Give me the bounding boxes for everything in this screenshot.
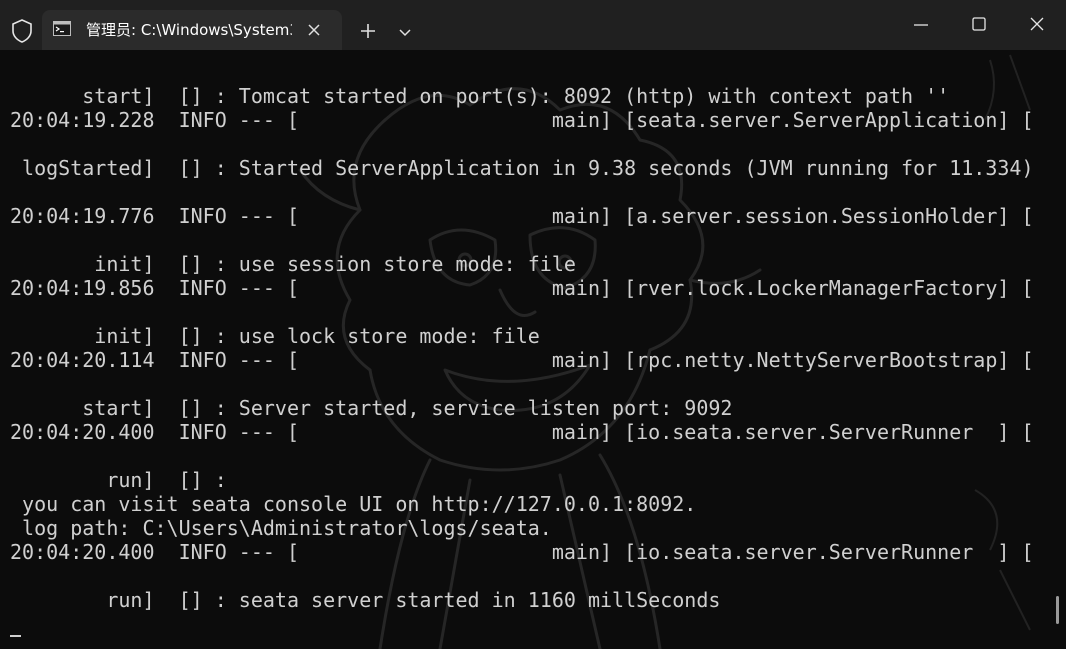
terminal-area[interactable]: start] [] : Tomcat started on port(s): 8… (0, 50, 1066, 649)
shield-icon (8, 17, 36, 45)
terminal-line: run] [] : seata server started in 1160 m… (10, 588, 721, 612)
minimize-icon (914, 24, 928, 26)
tab-cmd[interactable]: 管理员: C:\Windows\System32\cmd.exe (42, 10, 342, 50)
terminal-line: 20:04:20.114 INFO --- [ main] [rpc.netty… (10, 348, 1034, 372)
maximize-button[interactable] (950, 0, 1008, 50)
tab-title: 管理员: C:\Windows\System32\cmd.exe (86, 21, 292, 39)
terminal-line: run] [] : (10, 468, 227, 492)
title-bar[interactable]: 管理员: C:\Windows\System32\cmd.exe (0, 0, 1066, 50)
terminal-line: 20:04:19.228 INFO --- [ main] [seata.ser… (10, 108, 1034, 132)
close-icon[interactable] (304, 20, 324, 40)
terminal-line: 20:04:20.400 INFO --- [ main] [io.seata.… (10, 420, 1034, 444)
terminal-line: 20:04:20.400 INFO --- [ main] [io.seata.… (10, 540, 1034, 564)
terminal-line: log path: C:\Users\Administrator\logs/se… (10, 516, 552, 540)
scrollbar-thumb[interactable] (1056, 596, 1059, 624)
terminal-line: start] [] : Tomcat started on port(s): 8… (10, 84, 950, 108)
close-icon (1030, 17, 1044, 31)
minimize-button[interactable] (892, 0, 950, 50)
terminal-window: 管理员: C:\Windows\System32\cmd.exe (0, 0, 1066, 649)
terminal-line: init] [] : use lock store mode: file (10, 324, 540, 348)
terminal-line: 20:04:19.776 INFO --- [ main] [a.server.… (10, 204, 1034, 228)
terminal-line: start] [] : Server started, service list… (10, 396, 733, 420)
cmd-icon (53, 21, 71, 36)
close-window-button[interactable] (1008, 0, 1066, 50)
terminal-line: init] [] : use session store mode: file (10, 252, 576, 276)
terminal-line: 20:04:19.856 INFO --- [ main] [rver.lock… (10, 276, 1034, 300)
terminal-line: logStarted] [] : Started ServerApplicati… (10, 156, 1034, 180)
terminal-output: start] [] : Tomcat started on port(s): 8… (10, 84, 1050, 612)
chevron-down-icon[interactable] (396, 23, 414, 41)
plus-icon[interactable] (356, 19, 380, 43)
text-cursor (10, 635, 21, 637)
maximize-icon (972, 17, 986, 31)
terminal-line: you can visit seata console UI on http:/… (10, 492, 697, 516)
